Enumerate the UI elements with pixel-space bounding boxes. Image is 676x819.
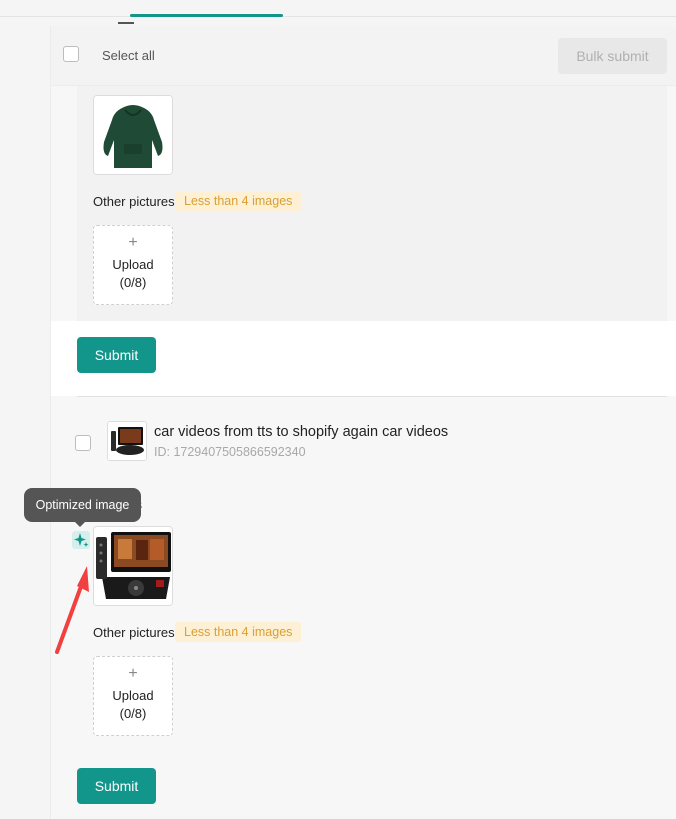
plus-icon: + (128, 234, 138, 251)
image-count-warning-badge: Less than 4 images (175, 191, 302, 211)
select-all-label: Select all (102, 48, 155, 63)
main-image-thumbnail[interactable] (93, 95, 173, 175)
bulk-action-bar: Select all Bulk submit (51, 26, 676, 86)
portable-dvd-player-image (108, 422, 146, 460)
active-tab-indicator (130, 14, 283, 17)
other-pictures-label: Other pictures (93, 194, 175, 209)
portable-dvd-player-image (94, 527, 172, 605)
upload-image-button[interactable]: + Upload (0/8) (93, 225, 173, 305)
upload-label: Upload (112, 688, 154, 703)
product-checkbox[interactable] (75, 435, 91, 451)
green-hoodie-image (94, 96, 172, 174)
product-divider (77, 396, 667, 397)
plus-icon: + (128, 665, 138, 682)
optimized-image-tooltip: Optimized image (24, 488, 141, 527)
bulk-submit-button[interactable]: Bulk submit (558, 38, 667, 74)
sparkle-icon[interactable] (72, 531, 90, 549)
submit-button[interactable]: Submit (77, 337, 156, 373)
product-id: ID: 1729407505866592340 (154, 445, 306, 459)
sparkle-glyph (74, 533, 89, 547)
upload-count: (0/8) (119, 275, 147, 290)
submit-button[interactable]: Submit (77, 768, 156, 804)
tab-edge-mark (118, 22, 134, 24)
select-all-checkbox[interactable] (63, 46, 79, 62)
other-pictures-label: Other pictures (93, 625, 175, 640)
upload-image-button[interactable]: + Upload (0/8) (93, 656, 173, 736)
product-list-panel: Select all Bulk submit Other pictures Le… (24, 26, 676, 819)
product-title: car videos from tts to shopify again car… (154, 424, 449, 440)
image-count-warning-badge: Less than 4 images (175, 622, 302, 642)
upload-count: (0/8) (119, 706, 147, 721)
optimized-main-image-thumbnail[interactable] (93, 526, 173, 606)
product-thumbnail (107, 421, 147, 461)
top-tab-bar (0, 0, 676, 24)
upload-label: Upload (112, 257, 154, 272)
